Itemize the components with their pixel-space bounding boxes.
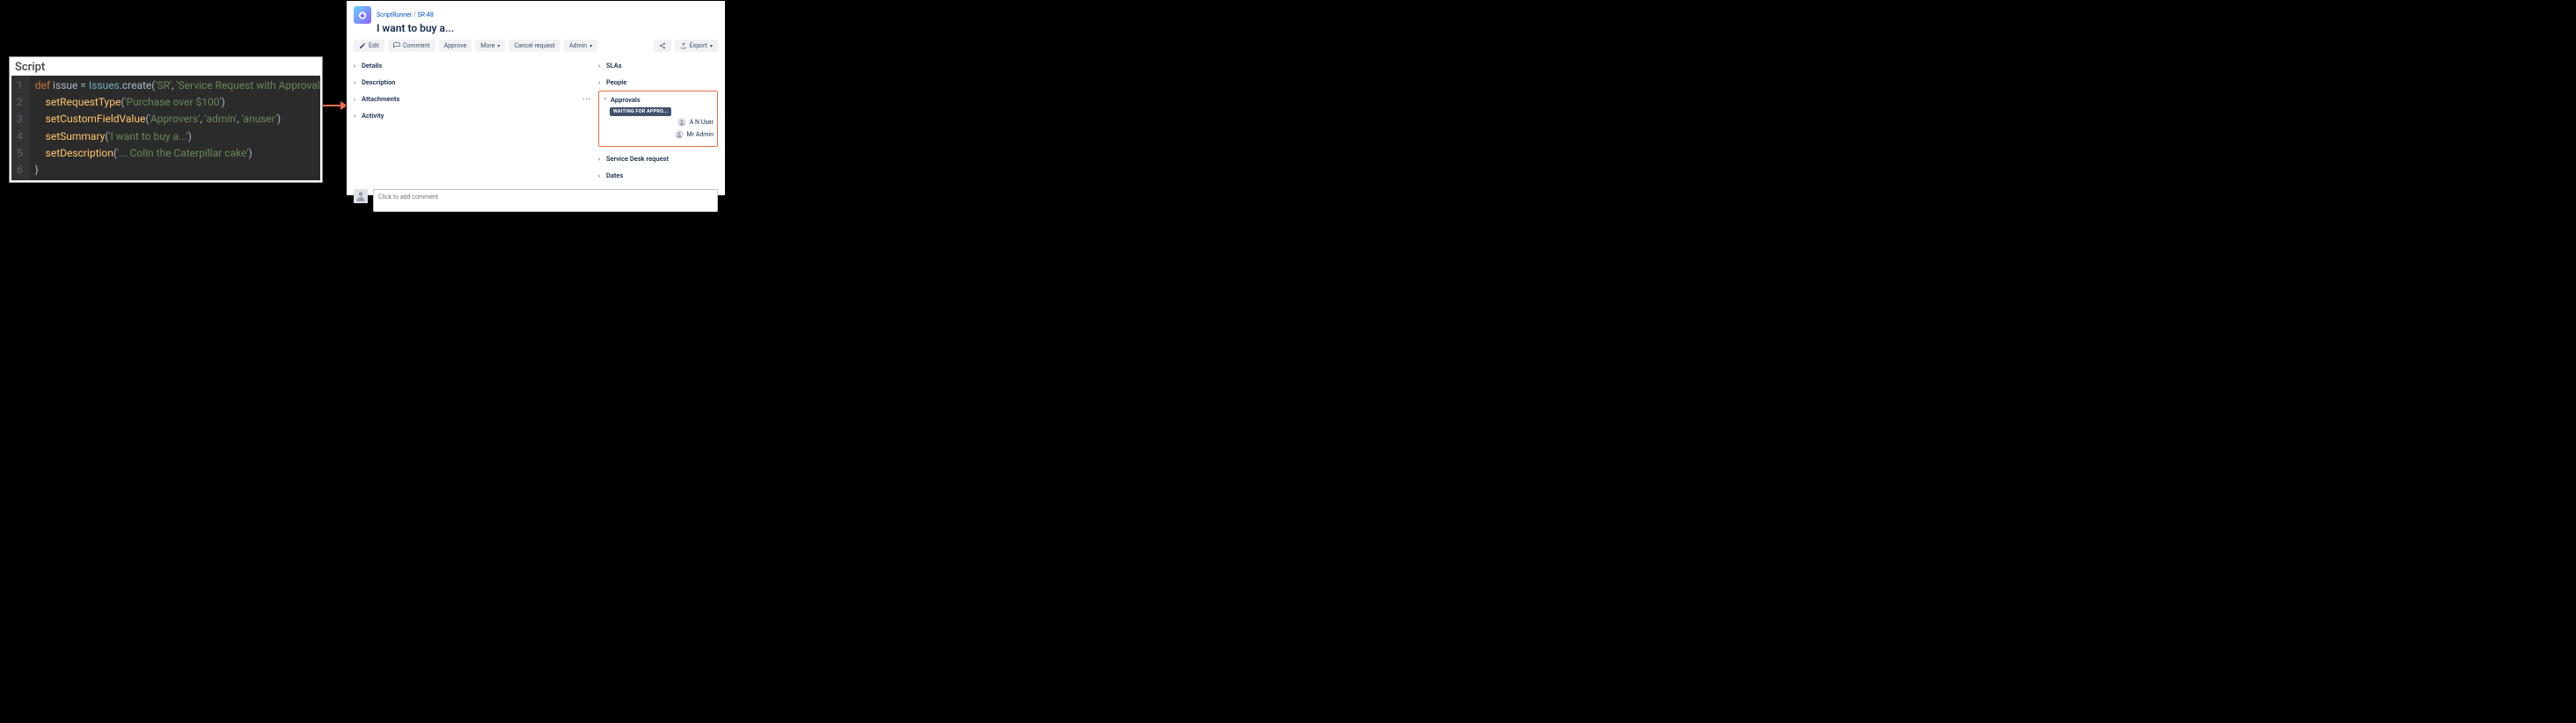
approver-row: Mr Admin (603, 128, 714, 141)
export-icon (680, 42, 687, 49)
comment-label: Comment (403, 42, 430, 49)
service-desk-label: Service Desk request (606, 155, 669, 163)
script-panel: Script 123456 def issue = Issues.create(… (9, 56, 323, 183)
more-label: More (480, 42, 494, 49)
section-slas[interactable]: ›SLAs (598, 57, 718, 74)
approver-name: Mr Admin (687, 131, 714, 138)
project-avatar-icon[interactable] (354, 6, 371, 24)
edit-button[interactable]: Edit (354, 40, 384, 52)
code-content: def issue = Issues.create('SR', 'Service… (30, 76, 320, 180)
project-link[interactable]: ScriptRunner (377, 11, 412, 18)
chevron-right-icon: › (598, 156, 604, 163)
chevron-right-icon: › (354, 113, 359, 120)
admin-button[interactable]: Admin ▾ (564, 40, 597, 52)
approve-button[interactable]: Approve (439, 40, 472, 52)
issue-main-column: ›Details ›Description ›Attachments··· ›A… (354, 57, 591, 184)
chevron-down-icon: ▾ (589, 43, 592, 49)
pencil-icon (359, 42, 366, 49)
comment-composer (347, 184, 725, 217)
issue-title: I want to buy a... (347, 22, 725, 40)
approvals-panel: ›Approvals WAITING FOR APPRO... A N User… (598, 91, 718, 147)
chevron-right-icon: › (598, 172, 604, 179)
cancel-request-button[interactable]: Cancel request (509, 40, 560, 52)
issue-key-link[interactable]: SR-48 (418, 11, 434, 18)
cancel-label: Cancel request (514, 42, 555, 49)
chevron-right-icon: › (354, 79, 359, 86)
breadcrumb-sep: / (413, 11, 416, 18)
attachments-menu-icon[interactable]: ··· (582, 95, 591, 103)
section-attachments[interactable]: ›Attachments ··· (354, 91, 591, 107)
description-label: Description (362, 78, 395, 86)
export-button[interactable]: Export ▾ (675, 40, 718, 52)
attachments-label: Attachments (362, 95, 399, 103)
breadcrumb-links: ScriptRunner / SR-48 (377, 11, 434, 18)
section-details[interactable]: ›Details (354, 57, 591, 74)
speech-bubble-icon (393, 42, 400, 49)
line-gutter: 123456 (11, 76, 30, 180)
slas-label: SLAs (606, 62, 622, 69)
section-approvals[interactable]: ›Approvals (603, 93, 714, 106)
chevron-right-icon: › (598, 62, 604, 69)
comment-input[interactable] (373, 189, 718, 212)
current-user-avatar-icon (354, 189, 368, 203)
share-icon (659, 42, 666, 49)
section-activity[interactable]: ›Activity (354, 107, 591, 124)
chevron-right-icon: › (354, 62, 359, 69)
approvals-label: Approvals (611, 96, 640, 104)
chevron-down-icon: ▾ (710, 43, 713, 49)
approver-row: A N User (603, 116, 714, 128)
admin-label: Admin (569, 42, 587, 49)
approve-label: Approve (444, 42, 467, 49)
approver-name: A N User (690, 119, 714, 126)
section-service-desk[interactable]: ›Service Desk request (598, 150, 718, 167)
arrow-icon (323, 99, 348, 115)
avatar-icon (675, 130, 684, 139)
more-button[interactable]: More ▾ (475, 40, 505, 52)
share-button[interactable] (654, 40, 671, 52)
chevron-down-icon: › (602, 98, 609, 103)
details-label: Details (362, 62, 382, 69)
dates-label: Dates (606, 172, 623, 179)
chevron-right-icon: › (598, 79, 604, 86)
breadcrumb: ScriptRunner / SR-48 (347, 1, 725, 24)
issue-toolbar: Edit Comment Approve More ▾ Cancel reque… (347, 40, 725, 57)
chevron-down-icon: ▾ (497, 43, 500, 49)
comment-button[interactable]: Comment (388, 40, 435, 52)
avatar-icon (677, 118, 686, 127)
jira-issue-panel: ScriptRunner / SR-48 I want to buy a... … (346, 0, 726, 196)
edit-label: Edit (369, 42, 379, 49)
approval-status-badge: WAITING FOR APPRO... (610, 107, 671, 116)
code-editor[interactable]: 123456 def issue = Issues.create('SR', '… (11, 76, 320, 180)
activity-label: Activity (362, 112, 384, 120)
issue-side-column: ›SLAs ›People ›Approvals WAITING FOR APP… (598, 57, 718, 184)
script-panel-header: Script (11, 59, 320, 76)
section-people[interactable]: ›People (598, 74, 718, 91)
section-description[interactable]: ›Description (354, 74, 591, 91)
section-dates[interactable]: ›Dates (598, 167, 718, 184)
export-label: Export (690, 42, 707, 49)
people-label: People (606, 78, 626, 86)
chevron-right-icon: › (354, 96, 359, 103)
